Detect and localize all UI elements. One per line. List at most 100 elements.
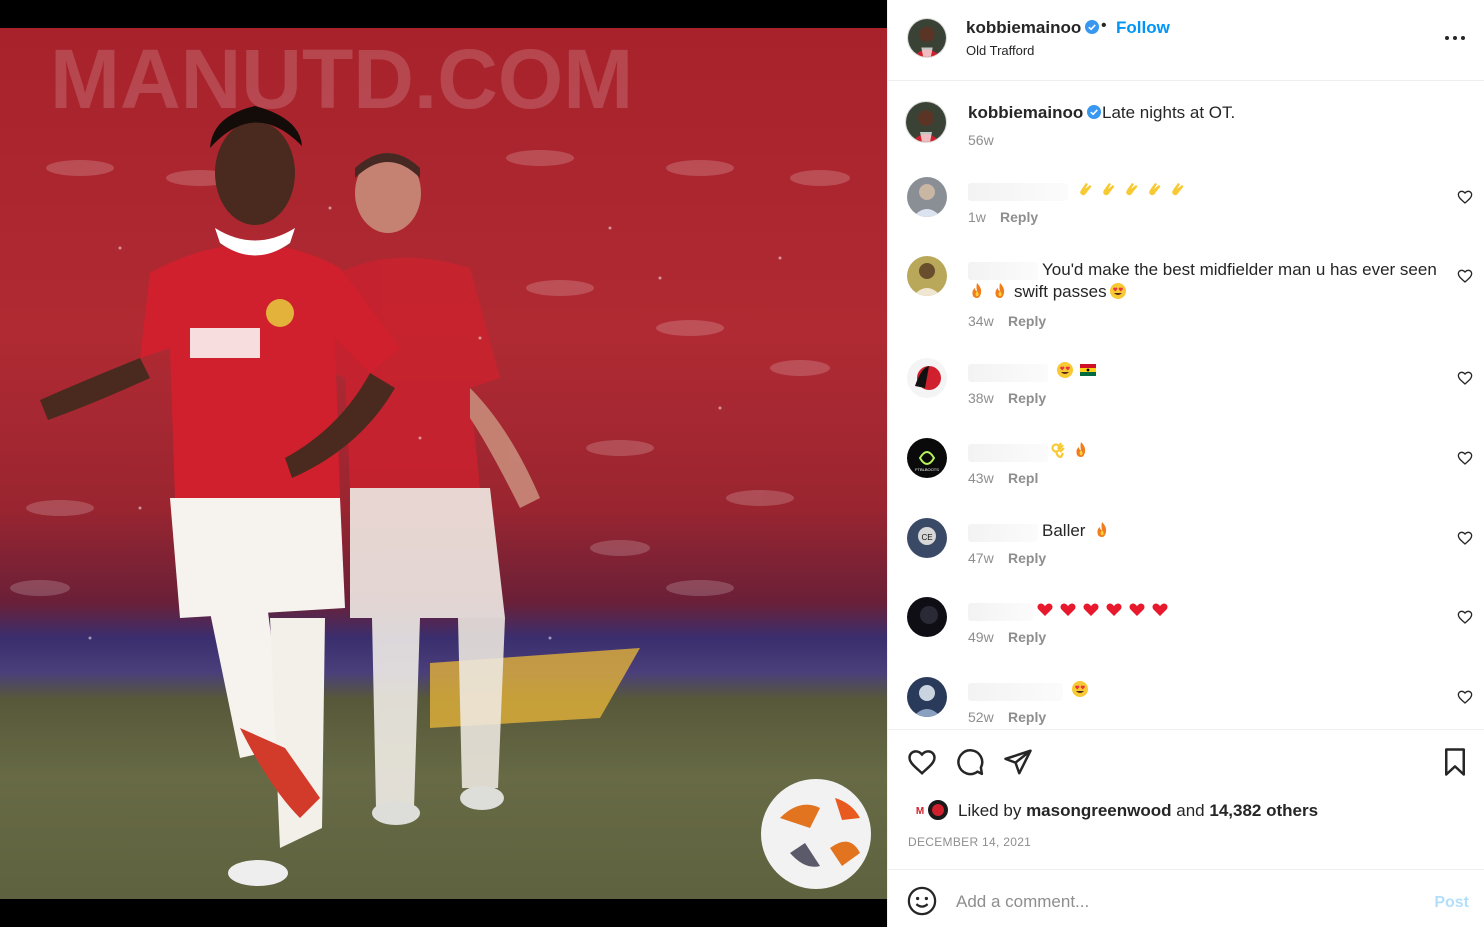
author-username-link[interactable]: kobbiemainoo bbox=[966, 18, 1100, 38]
ok-hand-emoji bbox=[1051, 442, 1065, 459]
comment-timestamp[interactable]: 34w bbox=[968, 313, 994, 329]
liked-by-user-link[interactable]: masongreenwood bbox=[1026, 801, 1171, 820]
location-link[interactable]: Old Trafford bbox=[966, 43, 1034, 58]
comment-text-row: Baller bbox=[1042, 520, 1116, 542]
more-options-icon[interactable] bbox=[1443, 28, 1467, 48]
comments-section[interactable]: kobbiemainoo Late nights at OT. 56w 1w R… bbox=[888, 81, 1484, 729]
heart-eyes-emoji bbox=[1057, 362, 1073, 378]
comment-emoji-text bbox=[1077, 179, 1192, 201]
post-date[interactable]: DECEMBER 14, 2021 bbox=[908, 835, 1031, 849]
reply-button[interactable]: Repl bbox=[1008, 470, 1038, 486]
blurred-commenter-name bbox=[968, 683, 1063, 701]
caption-avatar-image bbox=[906, 102, 946, 142]
comment-item: CE Baller 47w Reply bbox=[888, 518, 1484, 598]
comment-heart-icon[interactable] bbox=[1457, 609, 1473, 625]
author-username: kobbiemainoo bbox=[966, 18, 1082, 37]
comment-timestamp[interactable]: 47w bbox=[968, 550, 994, 566]
comment-text: Baller bbox=[1042, 521, 1086, 540]
comment-item: 38w Reply bbox=[888, 358, 1484, 438]
football-photo-illustration: MANUTD.COM bbox=[10, 32, 871, 889]
commenter-avatar[interactable] bbox=[907, 597, 947, 637]
blurred-commenter-name bbox=[968, 262, 1038, 280]
blurred-commenter-name bbox=[968, 364, 1048, 382]
comment-timestamp[interactable]: 49w bbox=[968, 629, 994, 645]
reply-button[interactable]: Reply bbox=[1008, 550, 1046, 566]
caption-username-link[interactable]: kobbiemainoo bbox=[968, 103, 1102, 123]
author-avatar[interactable] bbox=[907, 18, 947, 58]
reply-button[interactable]: Reply bbox=[1000, 209, 1038, 225]
comment-timestamp[interactable]: 52w bbox=[968, 709, 994, 725]
reply-button[interactable]: Reply bbox=[1008, 390, 1046, 406]
commenter-avatar-image bbox=[907, 677, 947, 717]
background-player bbox=[314, 153, 540, 825]
blurred-commenter-name bbox=[968, 603, 1033, 621]
comment-item: 52w Reply bbox=[888, 677, 1484, 729]
emoji-icon[interactable] bbox=[907, 886, 937, 916]
red-heart-emoji bbox=[1037, 603, 1053, 616]
commenter-avatar[interactable]: FTBLBOOTS bbox=[907, 438, 947, 478]
comment-timestamp[interactable]: 43w bbox=[968, 470, 994, 486]
comment-heart-icon[interactable] bbox=[1457, 450, 1473, 466]
commenter-avatar[interactable] bbox=[907, 177, 947, 217]
fire-emoji bbox=[1076, 442, 1086, 457]
comment-heart-icon[interactable] bbox=[1457, 370, 1473, 386]
liked-by-text: Liked by masongreenwood and 14,382 other… bbox=[958, 801, 1318, 821]
share-icon[interactable] bbox=[1003, 747, 1033, 777]
save-icon[interactable] bbox=[1440, 747, 1470, 777]
commenter-avatar[interactable]: CE bbox=[907, 518, 947, 558]
commenter-avatar[interactable] bbox=[907, 677, 947, 717]
ghana-flag-emoji bbox=[1080, 364, 1096, 376]
blurred-commenter-name bbox=[968, 444, 1048, 462]
commenter-avatar-image bbox=[907, 256, 947, 296]
comment-icon[interactable] bbox=[955, 747, 985, 777]
commenter-avatar[interactable] bbox=[907, 256, 947, 296]
post-details-panel: kobbiemainoo • Follow Old Trafford kobbi… bbox=[887, 0, 1484, 927]
post-media: MANUTD.COM bbox=[0, 0, 887, 927]
verified-icon bbox=[1085, 20, 1100, 34]
clap-emoji bbox=[1172, 183, 1184, 196]
header-dot-separator: • bbox=[1101, 17, 1107, 34]
comment-input[interactable] bbox=[954, 888, 1428, 916]
commenter-avatar[interactable] bbox=[907, 358, 947, 398]
red-heart-emoji bbox=[1152, 603, 1168, 616]
reply-button[interactable]: Reply bbox=[1008, 709, 1046, 725]
comment-emoji-text bbox=[1056, 360, 1102, 382]
comment-heart-icon[interactable] bbox=[1457, 189, 1473, 205]
comment-emoji-text bbox=[1049, 440, 1095, 462]
comment-composer: Post bbox=[888, 869, 1484, 928]
comment-heart-icon[interactable] bbox=[1457, 268, 1473, 284]
liked-by-avatars[interactable]: M bbox=[908, 798, 954, 822]
clap-emoji bbox=[1080, 183, 1092, 196]
comment-emoji-text bbox=[1071, 679, 1094, 701]
instagram-post-modal: MANUTD.COM kobbiemainoo • Follow Old Tra… bbox=[0, 0, 1484, 927]
comment-item: 1w Reply bbox=[888, 177, 1484, 257]
caption-author-avatar[interactable] bbox=[905, 101, 947, 143]
comment-timestamp[interactable]: 1w bbox=[968, 209, 986, 225]
comment-text-continuation: swift passes bbox=[1014, 282, 1107, 301]
comment-heart-icon[interactable] bbox=[1457, 689, 1473, 705]
blurred-commenter-name bbox=[968, 183, 1068, 201]
heart-icon[interactable] bbox=[907, 747, 937, 777]
fire-emoji bbox=[972, 283, 982, 298]
commenter-avatar-image bbox=[907, 597, 947, 637]
post-comment-button[interactable]: Post bbox=[1434, 894, 1469, 912]
reply-button[interactable]: Reply bbox=[1008, 313, 1046, 329]
comment-timestamp[interactable]: 38w bbox=[968, 390, 994, 406]
commenter-avatar-image: CE bbox=[907, 518, 947, 558]
caption-username: kobbiemainoo bbox=[968, 103, 1084, 122]
post-actions: M Liked by masongreenwood and 14,382 oth… bbox=[888, 729, 1484, 870]
football-ball bbox=[761, 779, 871, 889]
likes-count-link[interactable]: 14,382 others bbox=[1209, 801, 1318, 820]
commenter-avatar-image: FTBLBOOTS bbox=[907, 438, 947, 478]
follow-button[interactable]: Follow bbox=[1116, 18, 1170, 38]
red-heart-emoji bbox=[1060, 603, 1076, 616]
comment-item: FTBLBOOTS 43w Repl bbox=[888, 438, 1484, 518]
reply-button[interactable]: Reply bbox=[1008, 629, 1046, 645]
caption-timestamp[interactable]: 56w bbox=[968, 132, 994, 148]
svg-text:FTBLBOOTS: FTBLBOOTS bbox=[915, 467, 939, 472]
post-photo[interactable]: MANUTD.COM bbox=[0, 28, 887, 899]
comment-heart-icon[interactable] bbox=[1457, 530, 1473, 546]
post-header: kobbiemainoo • Follow Old Trafford bbox=[888, 0, 1484, 81]
stadium-signage: MANUTD.COM bbox=[50, 32, 633, 126]
heart-eyes-emoji bbox=[1109, 283, 1126, 299]
